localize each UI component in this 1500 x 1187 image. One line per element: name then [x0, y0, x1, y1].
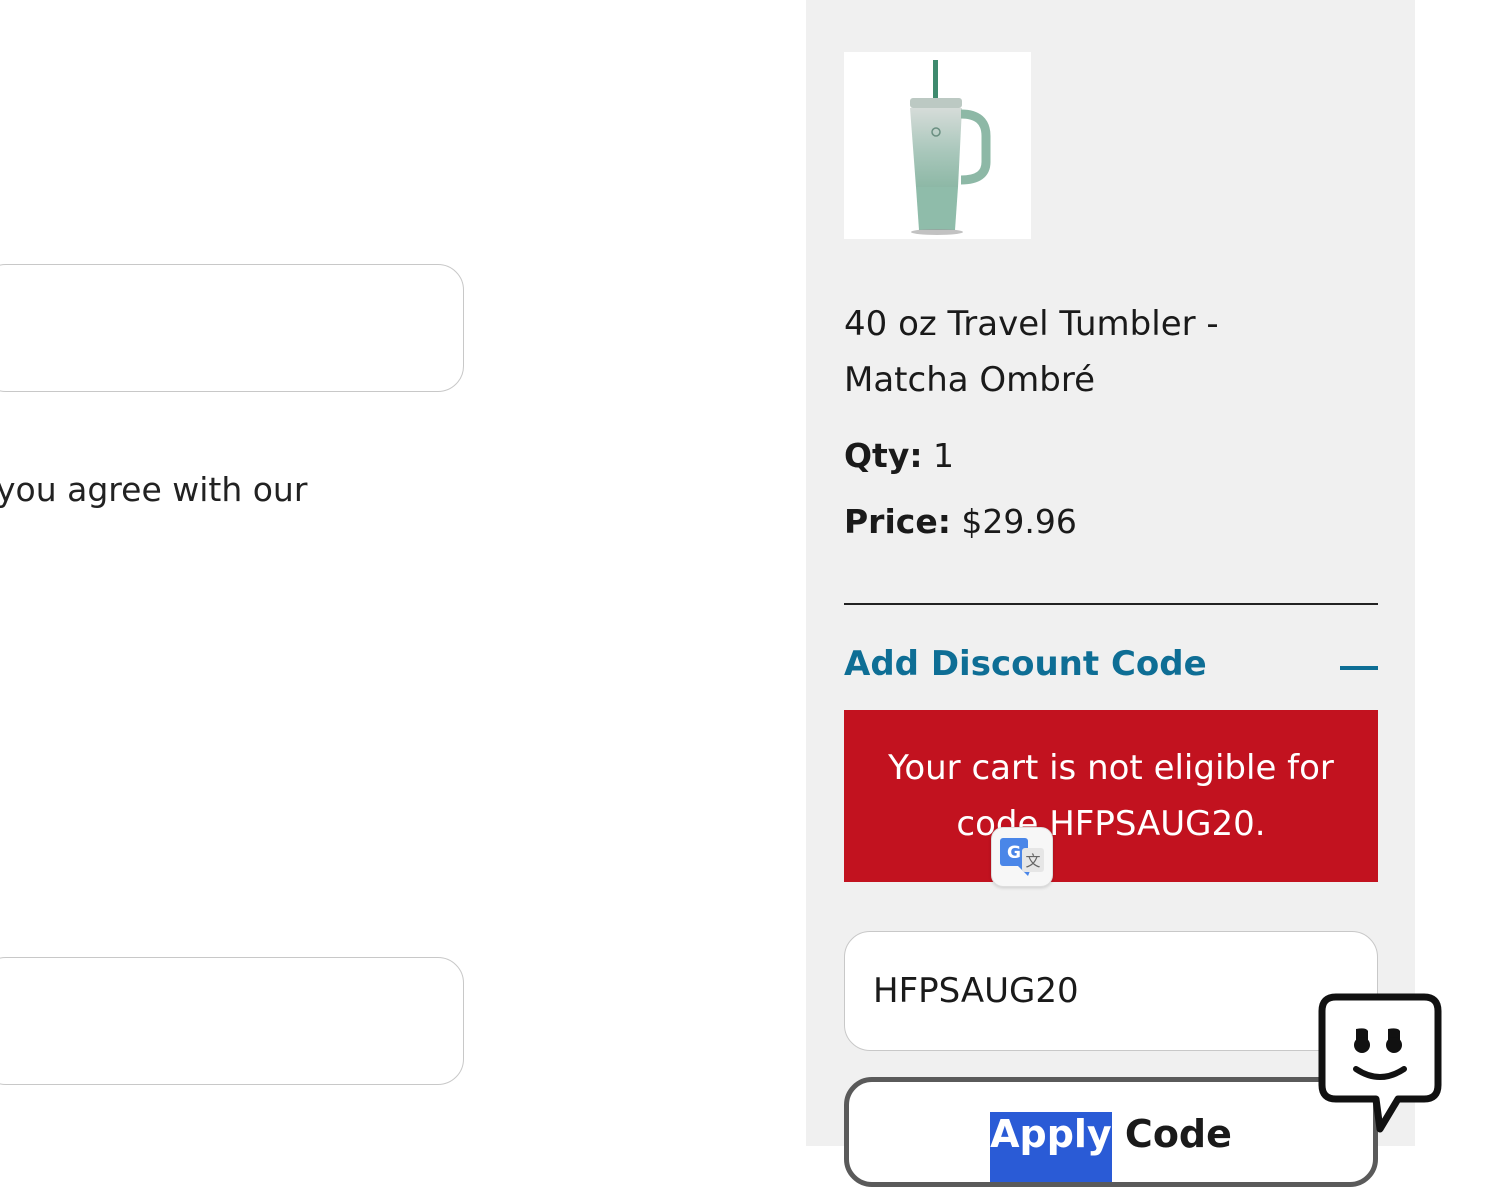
product-name-line: 40 oz Travel Tumbler - [844, 304, 1219, 344]
tumbler-image-icon [910, 60, 991, 235]
apply-label-selected: Apply [990, 1112, 1112, 1182]
error-message-line: Your cart is not eligible for [888, 748, 1334, 788]
svg-text:文: 文 [1025, 852, 1040, 870]
minus-icon[interactable] [1340, 666, 1378, 670]
chat-quote-icon[interactable] [1318, 993, 1442, 1133]
add-discount-code-toggle[interactable]: Add Discount Code [844, 644, 1207, 684]
chat-bubble-icon [1318, 993, 1442, 1133]
error-message-line: code HFPSAUG20. [956, 804, 1266, 844]
qty-value: 1 [933, 436, 955, 475]
google-translate-icon[interactable]: G 文 [991, 827, 1053, 887]
apply-code-button[interactable]: Apply Code [844, 1077, 1378, 1187]
price-label: Price: [844, 502, 951, 541]
terms-consent-text: you agree with our [0, 470, 308, 509]
product-quantity: Qty: 1 [844, 436, 954, 475]
summary-divider [844, 603, 1378, 605]
form-input-field[interactable] [0, 957, 464, 1085]
discount-code-input[interactable] [844, 931, 1378, 1051]
apply-label-rest: Code [1111, 1112, 1232, 1156]
product-image[interactable] [844, 52, 1031, 239]
product-price: Price: $29.96 [844, 502, 1077, 541]
qty-label: Qty: [844, 436, 923, 475]
translate-glyph-icon: G 文 [1000, 838, 1044, 876]
svg-text:G: G [1007, 843, 1021, 863]
discount-error-banner: Your cart is not eligible for code HFPSA… [844, 710, 1378, 882]
product-name[interactable]: 40 oz Travel Tumbler - Matcha Ombré [844, 296, 1344, 408]
form-input-field[interactable] [0, 264, 464, 392]
price-value: $29.96 [961, 502, 1077, 541]
product-name-line: Matcha Ombré [844, 360, 1095, 400]
